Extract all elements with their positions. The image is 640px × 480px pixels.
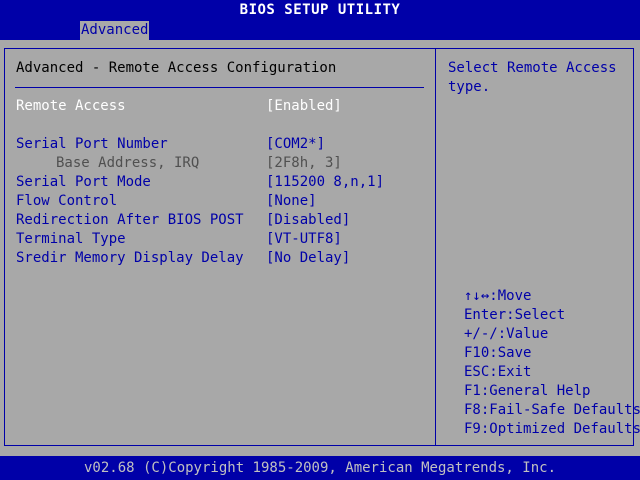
- key-exit: ESC:Exit: [464, 364, 532, 380]
- key-optimized-defaults: F9:Optimized Defaults: [464, 421, 640, 437]
- copyright-footer: v02.68 (C)Copyright 1985-2009, American …: [0, 456, 640, 480]
- flow-control-value[interactable]: [None]: [266, 192, 317, 211]
- serial-port-number-label[interactable]: Serial Port Number: [16, 135, 168, 154]
- key-move: ↑↓↔:Move: [464, 288, 532, 304]
- serial-port-mode-label[interactable]: Serial Port Mode: [16, 173, 151, 192]
- terminal-type-label[interactable]: Terminal Type: [16, 230, 126, 249]
- key-save: F10:Save: [464, 345, 532, 361]
- help-divider: [435, 48, 436, 446]
- section-title-underline: [15, 87, 424, 88]
- redirection-after-post-label[interactable]: Redirection After BIOS POST: [16, 211, 244, 230]
- key-select: Enter:Select: [464, 307, 566, 323]
- terminal-type-value[interactable]: [VT-UTF8]: [266, 230, 342, 249]
- sredir-memory-delay-label[interactable]: Sredir Memory Display Delay: [16, 249, 244, 268]
- remote-access-value[interactable]: [Enabled]: [266, 97, 342, 116]
- help-text: Select Remote Access type.: [448, 60, 626, 95]
- remote-access-label[interactable]: Remote Access: [16, 97, 126, 116]
- menu-bar: Advanced: [0, 21, 640, 40]
- base-address-irq-label: Base Address, IRQ: [56, 155, 200, 171]
- base-address-irq-value: [2F8h, 3]: [266, 155, 342, 171]
- key-fail-safe-defaults: F8:Fail-Safe Defaults: [464, 402, 640, 418]
- sredir-memory-delay-value[interactable]: [No Delay]: [266, 249, 350, 268]
- window-title: BIOS SETUP UTILITY: [0, 0, 640, 21]
- section-title: Advanced - Remote Access Configuration: [16, 60, 337, 76]
- serial-port-mode-value[interactable]: [115200 8,n,1]: [266, 173, 384, 192]
- serial-port-number-value[interactable]: [COM2*]: [266, 135, 325, 154]
- flow-control-label[interactable]: Flow Control: [16, 192, 117, 211]
- main-panel: Advanced - Remote Access Configuration R…: [0, 40, 640, 456]
- key-legend: ↑↓↔:Move Enter:Select +/-/:Value F10:Sav…: [464, 287, 640, 439]
- redirection-after-post-value[interactable]: [Disabled]: [266, 211, 350, 230]
- tab-advanced[interactable]: Advanced: [80, 21, 150, 40]
- key-general-help: F1:General Help: [464, 383, 591, 399]
- key-value: +/-/:Value: [464, 326, 549, 342]
